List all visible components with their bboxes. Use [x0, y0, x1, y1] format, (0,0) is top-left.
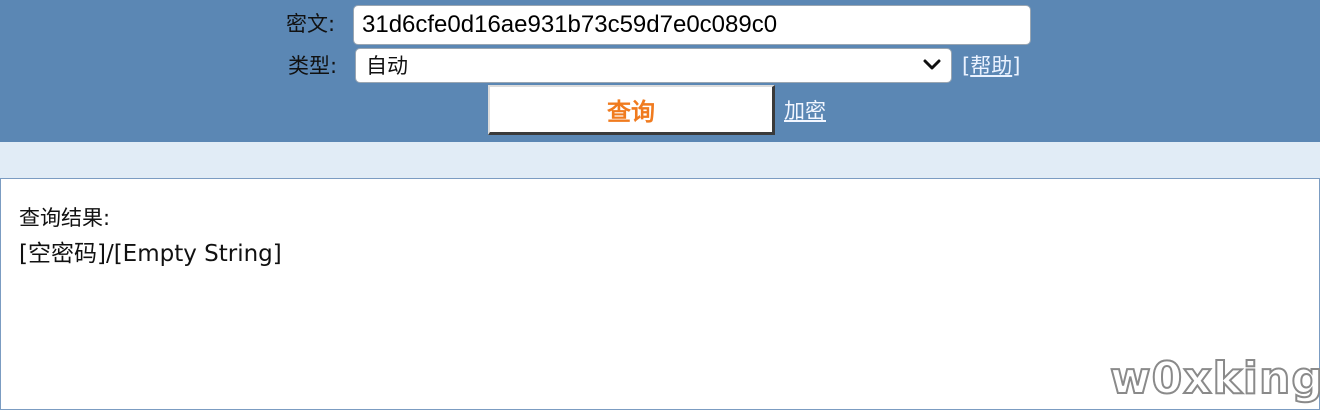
type-label: 类型: [288, 54, 338, 78]
query-button[interactable]: 查询 [488, 85, 775, 135]
help-link-text: 帮助 [970, 54, 1013, 78]
sub-bar [0, 142, 1320, 178]
cipher-input[interactable] [353, 5, 1031, 45]
encrypt-link[interactable]: 加密 [784, 96, 826, 126]
top-form-bar: 密文: 类型: 自动 [帮助] 查询 加密 [0, 0, 1320, 142]
help-link[interactable]: [帮助] [962, 51, 1020, 81]
type-selected-value: 自动 [366, 54, 408, 78]
result-title: 查询结果: [19, 206, 111, 230]
help-close-bracket: ] [1012, 54, 1021, 78]
chevron-down-icon [923, 59, 941, 70]
result-value: [空密码]/[Empty String] [19, 241, 282, 267]
help-open-bracket: [ [962, 54, 971, 78]
cipher-label: 密文: [286, 12, 336, 36]
watermark-logo: w0xking [1109, 352, 1320, 405]
type-select[interactable]: 自动 [355, 48, 952, 83]
